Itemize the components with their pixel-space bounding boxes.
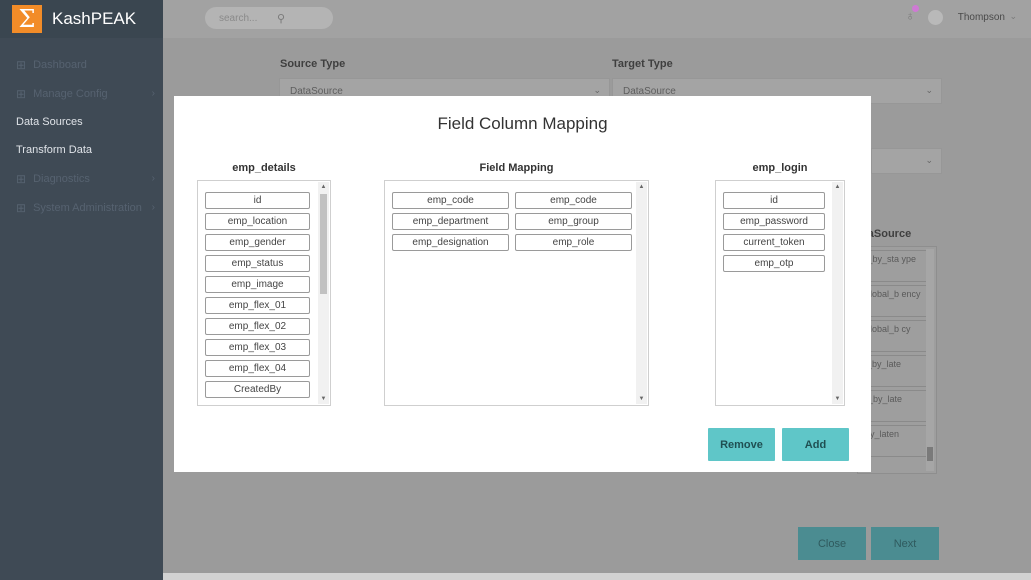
list-item[interactable]: emp_flex_04: [205, 360, 310, 377]
scroll-down-icon[interactable]: ▼: [318, 396, 329, 402]
mapping-source-field[interactable]: emp_designation: [392, 234, 509, 251]
sidebar-item-label: Diagnostics: [33, 172, 90, 185]
next-button[interactable]: Next: [871, 527, 939, 560]
chevron-down-icon: ⌄: [925, 85, 933, 95]
sidebar-item-transform-data[interactable]: Transform Data: [0, 136, 163, 164]
scrollbar[interactable]: [926, 249, 934, 471]
list-item[interactable]: emp_location: [205, 213, 310, 230]
list-item[interactable]: id: [205, 192, 310, 209]
mapping-row[interactable]: emp_code emp_code: [392, 192, 632, 209]
mapping-source-field[interactable]: emp_department: [392, 213, 509, 230]
sidebar-item-system-administration[interactable]: ⊞ System Administration ›: [0, 193, 163, 222]
scroll-down-icon[interactable]: ▼: [832, 396, 843, 402]
field-mapping-list[interactable]: emp_code emp_code emp_department emp_gro…: [384, 180, 649, 406]
target-table-title: emp_login: [752, 162, 808, 174]
user-name[interactable]: Thompson: [958, 12, 1005, 23]
sidebar-item-label: Data Sources: [16, 116, 83, 128]
sidebar: Σ KashPEAK ⊞ Dashboard ⊞ Manage Config ›…: [0, 0, 163, 580]
add-button[interactable]: Add: [782, 428, 849, 461]
mapping-target-field[interactable]: emp_code: [515, 192, 632, 209]
source-field-items: id emp_location emp_gender emp_status em…: [205, 192, 310, 402]
scrollbar[interactable]: ▲ ▼: [832, 182, 843, 404]
sidebar-item-label: Transform Data: [16, 144, 93, 156]
notification-icon[interactable]: ♁: [905, 5, 919, 23]
target-select[interactable]: ⌄: [871, 148, 942, 174]
search-box[interactable]: search... ⚲: [205, 7, 333, 29]
app-logo[interactable]: Σ KashPEAK: [0, 0, 163, 38]
chevron-down-icon: ⌄: [925, 155, 933, 165]
source-field-list[interactable]: id emp_location emp_gender emp_status em…: [197, 180, 331, 406]
mapping-row[interactable]: emp_designation emp_role: [392, 234, 632, 251]
list-item[interactable]: emp_flex_03: [205, 339, 310, 356]
topbar: search... ⚲ ♁ Thompson ⌄: [163, 0, 1031, 38]
source-table-title: emp_details: [232, 162, 296, 174]
grid-icon: ⊞: [16, 171, 27, 186]
field-column-mapping-dialog: Field Column Mapping emp_details Field M…: [174, 96, 871, 472]
scroll-up-icon[interactable]: ▲: [636, 184, 647, 190]
sidebar-item-label: System Administration: [33, 201, 142, 214]
mapping-target-field[interactable]: emp_role: [515, 234, 632, 251]
target-type-value: DataSource: [623, 85, 676, 97]
list-item[interactable]: emp_flex_02: [205, 318, 310, 335]
list-item[interactable]: emp_status: [205, 255, 310, 272]
scroll-down-icon[interactable]: ▼: [636, 396, 647, 402]
mapping-row[interactable]: emp_department emp_group: [392, 213, 632, 230]
list-item[interactable]: id: [723, 192, 825, 209]
list-item[interactable]: emp_gender: [205, 234, 310, 251]
list-item[interactable]: current_token: [723, 234, 825, 251]
field-mapping-items: emp_code emp_code emp_department emp_gro…: [392, 192, 632, 255]
mapping-source-field[interactable]: emp_code: [392, 192, 509, 209]
sidebar-item-label: Manage Config: [33, 87, 108, 100]
sidebar-nav: ⊞ Dashboard ⊞ Manage Config › Data Sourc…: [0, 50, 163, 222]
sigma-logo-icon: Σ: [12, 5, 42, 33]
list-item[interactable]: CreatedBy: [205, 381, 310, 398]
list-item[interactable]: emp_image: [205, 276, 310, 293]
sidebar-item-manage-config[interactable]: ⊞ Manage Config ›: [0, 79, 163, 108]
grid-icon: ⊞: [16, 200, 27, 215]
mapping-target-field[interactable]: emp_group: [515, 213, 632, 230]
scroll-up-icon[interactable]: ▲: [318, 184, 329, 190]
list-item[interactable]: emp_otp: [723, 255, 825, 272]
target-type-label: Target Type: [612, 58, 673, 70]
target-field-list[interactable]: id emp_password current_token emp_otp ▲ …: [715, 180, 845, 406]
chevron-right-icon: ›: [151, 173, 155, 184]
sidebar-item-label: Dashboard: [33, 58, 87, 71]
remove-button[interactable]: Remove: [708, 428, 775, 461]
app-title: KashPEAK: [52, 9, 137, 28]
list-item[interactable]: emp_flex_01: [205, 297, 310, 314]
grid-icon: ⊞: [16, 57, 27, 72]
close-button[interactable]: Close: [798, 527, 866, 560]
sidebar-item-dashboard[interactable]: ⊞ Dashboard: [0, 50, 163, 79]
chevron-right-icon: ›: [151, 88, 155, 99]
field-mapping-title: Field Mapping: [479, 162, 554, 174]
source-type-label: Source Type: [280, 58, 346, 70]
scrollbar-thumb[interactable]: [927, 447, 933, 461]
source-type-value: DataSource: [290, 85, 343, 97]
chevron-down-icon: ⌄: [593, 85, 601, 95]
grid-icon: ⊞: [16, 86, 27, 101]
scrollbar[interactable]: ▲ ▼: [318, 182, 329, 404]
chevron-down-icon[interactable]: ⌄: [1009, 11, 1017, 22]
search-icon[interactable]: ⚲: [277, 12, 285, 25]
chevron-right-icon: ›: [151, 202, 155, 213]
horizontal-scrollbar[interactable]: [163, 573, 1031, 580]
scrollbar[interactable]: ▲ ▼: [636, 182, 647, 404]
avatar[interactable]: [928, 10, 943, 25]
sidebar-item-diagnostics[interactable]: ⊞ Diagnostics ›: [0, 164, 163, 193]
target-field-items: id emp_password current_token emp_otp: [723, 192, 825, 276]
sidebar-item-data-sources[interactable]: Data Sources: [0, 108, 163, 136]
list-item[interactable]: emp_password: [723, 213, 825, 230]
notification-badge: [912, 5, 919, 12]
search-input[interactable]: search...: [219, 13, 277, 24]
scroll-up-icon[interactable]: ▲: [832, 184, 843, 190]
dialog-title: Field Column Mapping: [437, 114, 608, 133]
scrollbar-thumb[interactable]: [320, 194, 327, 294]
